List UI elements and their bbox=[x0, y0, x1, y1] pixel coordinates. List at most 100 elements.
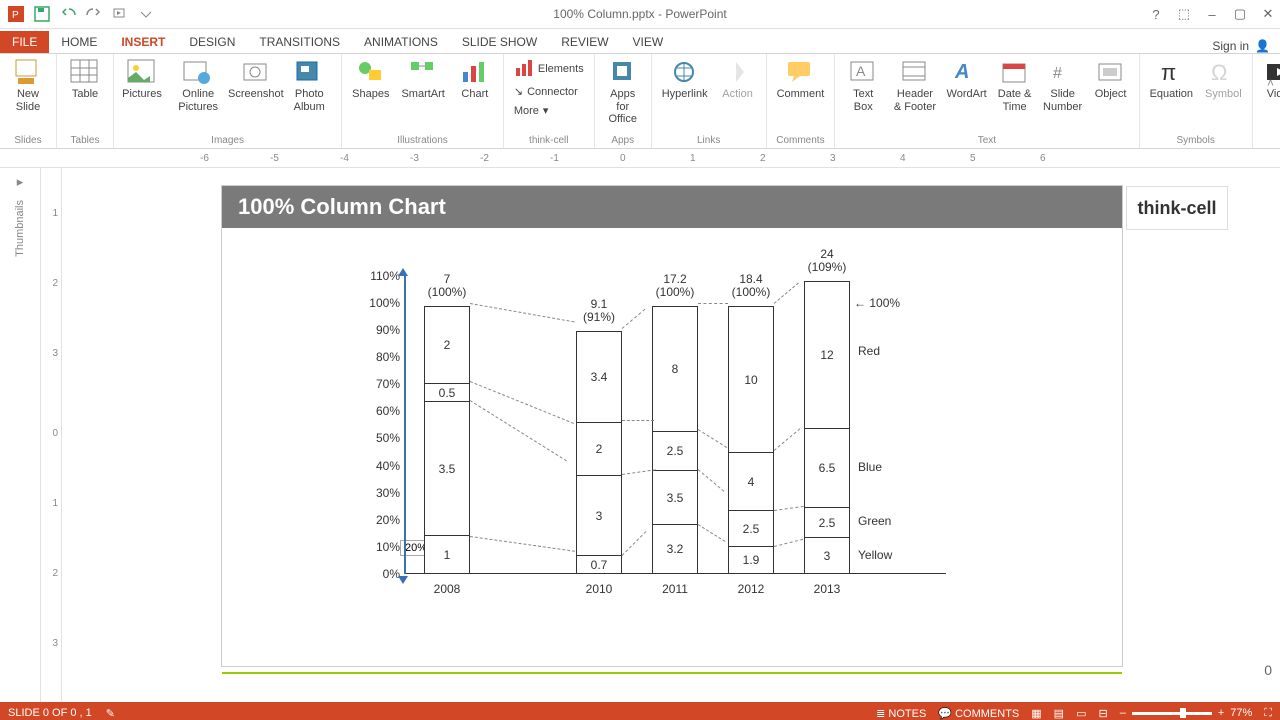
date-time-button[interactable]: Date & Time bbox=[993, 56, 1037, 115]
wordart-button[interactable]: AWordArt bbox=[945, 56, 989, 103]
tab-design[interactable]: DESIGN bbox=[177, 31, 247, 53]
zoom-slider[interactable]: – + 77% bbox=[1120, 707, 1253, 719]
ribbon-display-icon[interactable]: ⬚ bbox=[1176, 6, 1192, 22]
sign-in[interactable]: Sign in👤 bbox=[1212, 39, 1270, 53]
fit-window-icon[interactable]: ⛶ bbox=[1264, 707, 1272, 720]
segment-blue[interactable]: 2.5 bbox=[652, 431, 698, 471]
redo-icon[interactable] bbox=[86, 6, 102, 22]
hyperlink-button[interactable]: Hyperlink bbox=[658, 56, 712, 103]
segment-red[interactable]: 2 bbox=[424, 306, 470, 384]
photo-album-button[interactable]: Photo Album bbox=[283, 56, 335, 115]
save-icon[interactable] bbox=[34, 6, 50, 22]
online-pictures-button[interactable]: Online Pictures bbox=[168, 56, 228, 115]
expand-thumbnails-icon[interactable]: ▸ bbox=[17, 174, 24, 190]
reading-view-icon[interactable]: ▭ bbox=[1076, 707, 1086, 720]
column-chart[interactable]: 0% 10% 20% 30% 40% 50% 60% 70% 80% 90% 1… bbox=[350, 276, 970, 636]
reference-line-label: ← 100% bbox=[854, 296, 900, 310]
segment-blue[interactable]: 4 bbox=[728, 452, 774, 511]
tab-home[interactable]: HOME bbox=[49, 31, 109, 53]
new-slide-button[interactable]: New Slide bbox=[6, 56, 50, 115]
shapes-button[interactable]: Shapes bbox=[348, 56, 393, 103]
tab-transitions[interactable]: TRANSITIONS bbox=[247, 31, 352, 53]
help-icon[interactable]: ? bbox=[1148, 7, 1164, 22]
segment-green[interactable]: 3 bbox=[576, 475, 622, 556]
segment-green[interactable]: 2.5 bbox=[804, 507, 850, 538]
segment-red[interactable]: 3.4 bbox=[576, 331, 622, 423]
segment-yellow[interactable]: 0.7 bbox=[576, 555, 622, 574]
qat-dropdown-icon[interactable] bbox=[138, 6, 154, 22]
text-box-button[interactable]: AText Box bbox=[841, 56, 885, 115]
header-footer-button[interactable]: Header & Footer bbox=[889, 56, 940, 115]
elements-button[interactable]: Elements bbox=[510, 56, 588, 82]
zoom-in-icon[interactable]: + bbox=[1218, 707, 1224, 719]
zoom-level[interactable]: 77% bbox=[1230, 707, 1252, 719]
segment-red[interactable]: 10 bbox=[728, 306, 774, 453]
segment-blue[interactable]: 0.5 bbox=[424, 383, 470, 402]
collapse-ribbon-icon[interactable]: ˄ bbox=[1267, 76, 1274, 90]
slide-canvas[interactable]: 100% Column Chart think-cell 0% 10% 20% … bbox=[62, 168, 1280, 702]
pictures-button[interactable]: Pictures bbox=[120, 56, 164, 103]
maximize-icon[interactable]: ▢ bbox=[1232, 6, 1248, 22]
series-label-blue: Blue bbox=[858, 460, 882, 474]
segment-red[interactable]: 12 bbox=[804, 281, 850, 429]
zoom-out-icon[interactable]: – bbox=[1120, 707, 1126, 719]
plot-area: 1 3.5 0.5 2 7(100%) 2008 0.7 3 2 3.4 9.1… bbox=[404, 276, 946, 574]
start-from-beginning-icon[interactable] bbox=[112, 6, 128, 22]
symbol-button[interactable]: ΩSymbol bbox=[1201, 56, 1246, 103]
more-button[interactable]: More ▾ bbox=[510, 103, 553, 120]
tab-review[interactable]: REVIEW bbox=[549, 31, 620, 53]
slideshow-view-icon[interactable]: ⊟ bbox=[1098, 707, 1107, 720]
svg-text:A: A bbox=[856, 63, 866, 79]
spellcheck-icon[interactable]: ✎ bbox=[106, 707, 115, 720]
slide-counter: SLIDE 0 OF 0 , 1 bbox=[8, 707, 92, 719]
slide-number-button[interactable]: #Slide Number bbox=[1041, 56, 1085, 115]
smartart-button[interactable]: SmartArt bbox=[397, 56, 448, 103]
svg-text:π: π bbox=[1161, 60, 1176, 85]
segment-green[interactable]: 3.5 bbox=[424, 401, 470, 536]
column-2010[interactable]: 0.7 3 2 3.4 9.1(91%) bbox=[576, 332, 622, 574]
segment-red[interactable]: 8 bbox=[652, 306, 698, 432]
tab-file[interactable]: FILE bbox=[0, 31, 49, 53]
segment-green[interactable]: 3.5 bbox=[652, 470, 698, 525]
column-2008[interactable]: 1 3.5 0.5 2 7(100%) bbox=[424, 307, 470, 574]
tab-slideshow[interactable]: SLIDE SHOW bbox=[450, 31, 549, 53]
svg-text:P: P bbox=[12, 10, 19, 21]
normal-view-icon[interactable]: ▦ bbox=[1031, 707, 1041, 720]
segment-blue[interactable]: 6.5 bbox=[804, 428, 850, 508]
comment-button[interactable]: Comment bbox=[773, 56, 829, 103]
user-icon: 👤 bbox=[1255, 39, 1270, 53]
column-2011[interactable]: 3.2 3.5 2.5 8 17.2(100%) bbox=[652, 307, 698, 574]
segment-yellow[interactable]: 1.9 bbox=[728, 546, 774, 574]
series-label-red: Red bbox=[858, 344, 880, 358]
tab-insert[interactable]: INSERT bbox=[109, 31, 177, 53]
think-cell-logo: think-cell bbox=[1126, 186, 1228, 230]
minimize-icon[interactable]: – bbox=[1204, 7, 1220, 22]
action-button[interactable]: Action bbox=[716, 56, 760, 103]
equation-button[interactable]: πEquation bbox=[1146, 56, 1197, 103]
segment-yellow[interactable]: 1 bbox=[424, 535, 470, 574]
notes-button[interactable]: ≣ NOTES bbox=[876, 707, 926, 720]
horizontal-ruler: -6-5-4-3-2-10123456 bbox=[0, 149, 1280, 168]
segment-blue[interactable]: 2 bbox=[576, 422, 622, 476]
object-button[interactable]: Object bbox=[1089, 56, 1133, 103]
workspace: ▸ Thumbnails 1230123 100% Column Chart t… bbox=[0, 168, 1280, 702]
tab-animations[interactable]: ANIMATIONS bbox=[352, 31, 450, 53]
table-button[interactable]: Table bbox=[63, 56, 107, 103]
thumbnail-rail[interactable]: ▸ Thumbnails bbox=[0, 168, 41, 702]
connector-button[interactable]: ↘Connector bbox=[510, 84, 582, 101]
column-2013[interactable]: 3 2.5 6.5 12 24(109%) bbox=[804, 282, 850, 574]
sorter-view-icon[interactable]: ▤ bbox=[1054, 707, 1064, 720]
chart-button[interactable]: Chart bbox=[453, 56, 497, 103]
tab-view[interactable]: VIEW bbox=[621, 31, 676, 53]
screenshot-button[interactable]: Screenshot bbox=[232, 56, 279, 103]
segment-yellow[interactable]: 3.2 bbox=[652, 524, 698, 574]
segment-yellow[interactable]: 3 bbox=[804, 537, 850, 574]
comments-button[interactable]: 💬 COMMENTS bbox=[938, 707, 1019, 720]
svg-text:A: A bbox=[954, 61, 969, 83]
apps-office-button[interactable]: Apps for Office bbox=[601, 56, 645, 128]
close-icon[interactable]: ✕ bbox=[1260, 6, 1276, 22]
undo-icon[interactable] bbox=[60, 6, 76, 22]
slide[interactable]: 100% Column Chart think-cell 0% 10% 20% … bbox=[222, 186, 1122, 666]
segment-green[interactable]: 2.5 bbox=[728, 510, 774, 547]
column-2012[interactable]: 1.9 2.5 4 10 18.4(100%) bbox=[728, 307, 774, 574]
